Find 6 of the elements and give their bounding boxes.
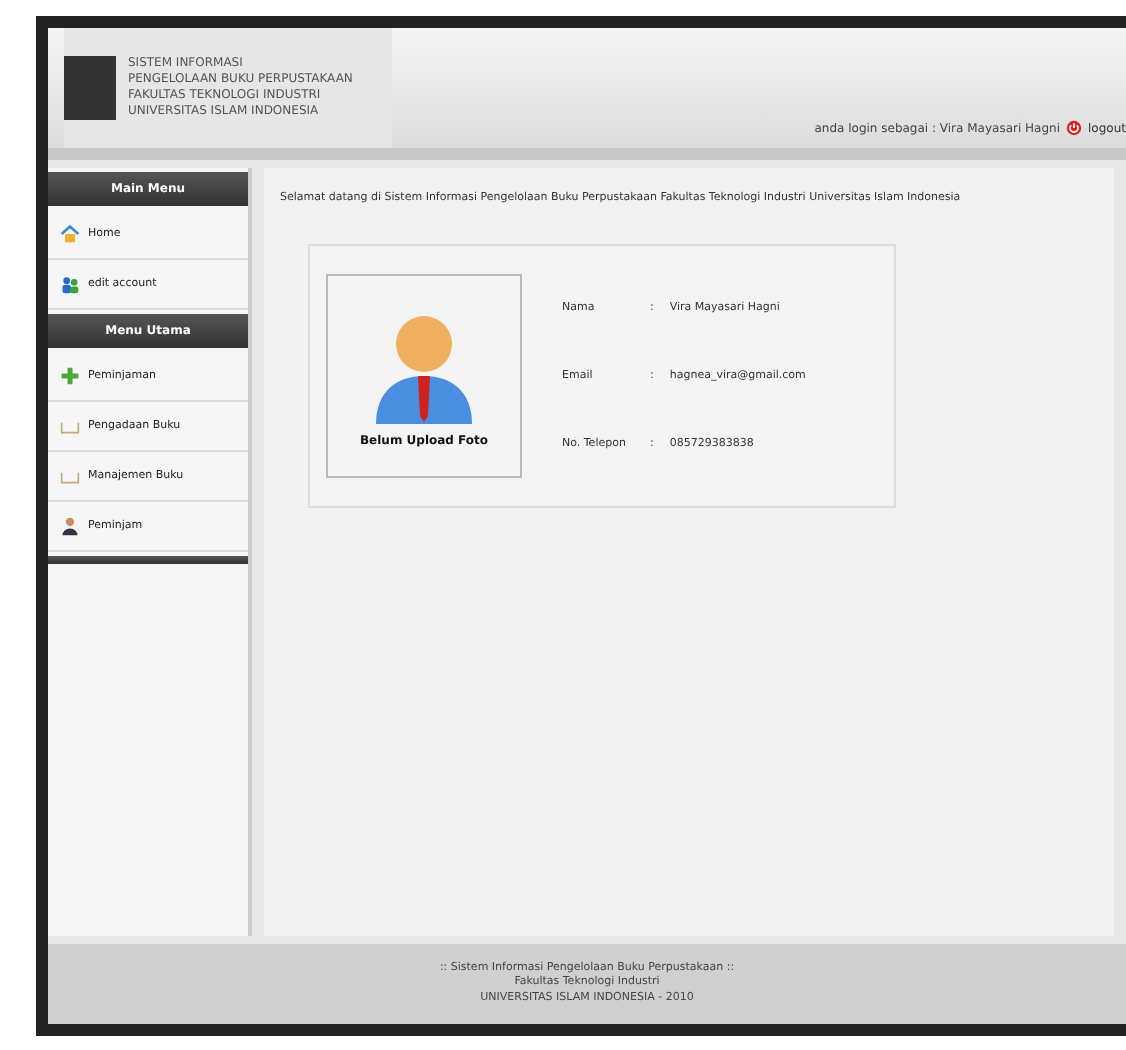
house-icon bbox=[60, 224, 80, 244]
plus-icon bbox=[60, 366, 80, 386]
users-icon bbox=[60, 274, 80, 294]
photo-placeholder bbox=[64, 56, 116, 120]
power-icon bbox=[1066, 120, 1083, 136]
person-icon bbox=[60, 516, 80, 536]
